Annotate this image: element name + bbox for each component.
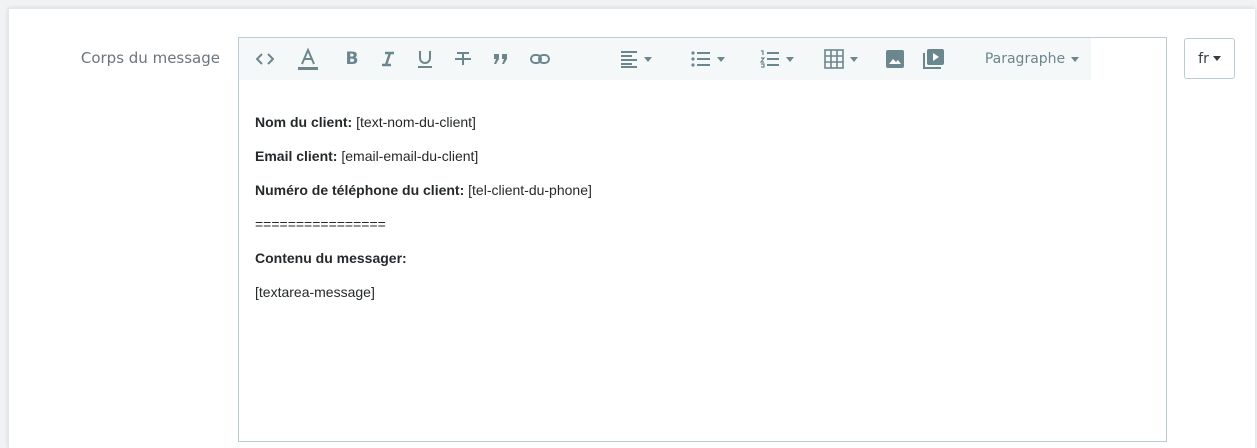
blockquote-icon[interactable] bbox=[485, 38, 517, 80]
chevron-down-icon bbox=[1212, 56, 1221, 61]
code-icon[interactable] bbox=[247, 38, 283, 80]
align-dropdown-caret bbox=[644, 56, 652, 62]
block-format-label: Paragraphe bbox=[984, 51, 1066, 67]
block-format-select[interactable]: Paragraphe bbox=[967, 38, 1097, 80]
editor-toolbar: B Paragraphe bbox=[239, 38, 1091, 80]
media-icon[interactable] bbox=[917, 38, 951, 80]
text-color-icon[interactable] bbox=[289, 38, 327, 80]
align-icon[interactable] bbox=[613, 38, 659, 80]
link-icon[interactable] bbox=[523, 38, 557, 80]
content-line: Contenu du messager: bbox=[255, 250, 407, 266]
numbered-list-icon[interactable] bbox=[751, 38, 803, 80]
table-dropdown-caret bbox=[850, 56, 858, 62]
table-icon[interactable] bbox=[817, 38, 865, 80]
bold-icon[interactable]: B bbox=[337, 38, 367, 80]
content-line: Nom du client: [text-nom-du-client] bbox=[255, 114, 476, 130]
italic-icon[interactable] bbox=[373, 38, 403, 80]
language-label: fr bbox=[1198, 50, 1209, 67]
numbered-list-dropdown-caret bbox=[786, 56, 794, 62]
content-line: Numéro de téléphone du client: [tel-clie… bbox=[255, 182, 592, 198]
strikethrough-icon[interactable] bbox=[447, 38, 479, 80]
language-select[interactable]: fr bbox=[1184, 38, 1235, 79]
content-line: Email client: [email-email-du-client] bbox=[255, 148, 479, 164]
content-line: ================ bbox=[255, 216, 386, 232]
underline-icon[interactable] bbox=[409, 38, 441, 80]
image-icon[interactable] bbox=[879, 38, 911, 80]
bullet-list-icon[interactable] bbox=[683, 38, 733, 80]
bullet-list-dropdown-caret bbox=[717, 56, 725, 62]
content-line: [textarea-message] bbox=[255, 284, 375, 300]
field-label: Corps du message bbox=[80, 49, 220, 67]
rich-text-editor[interactable]: B Paragraphe Nom du client: [text-nom-du… bbox=[238, 37, 1167, 442]
chevron-down-icon bbox=[1071, 56, 1080, 62]
form-card: Corps du message B Paragraphe Nom du cli… bbox=[8, 8, 1255, 448]
